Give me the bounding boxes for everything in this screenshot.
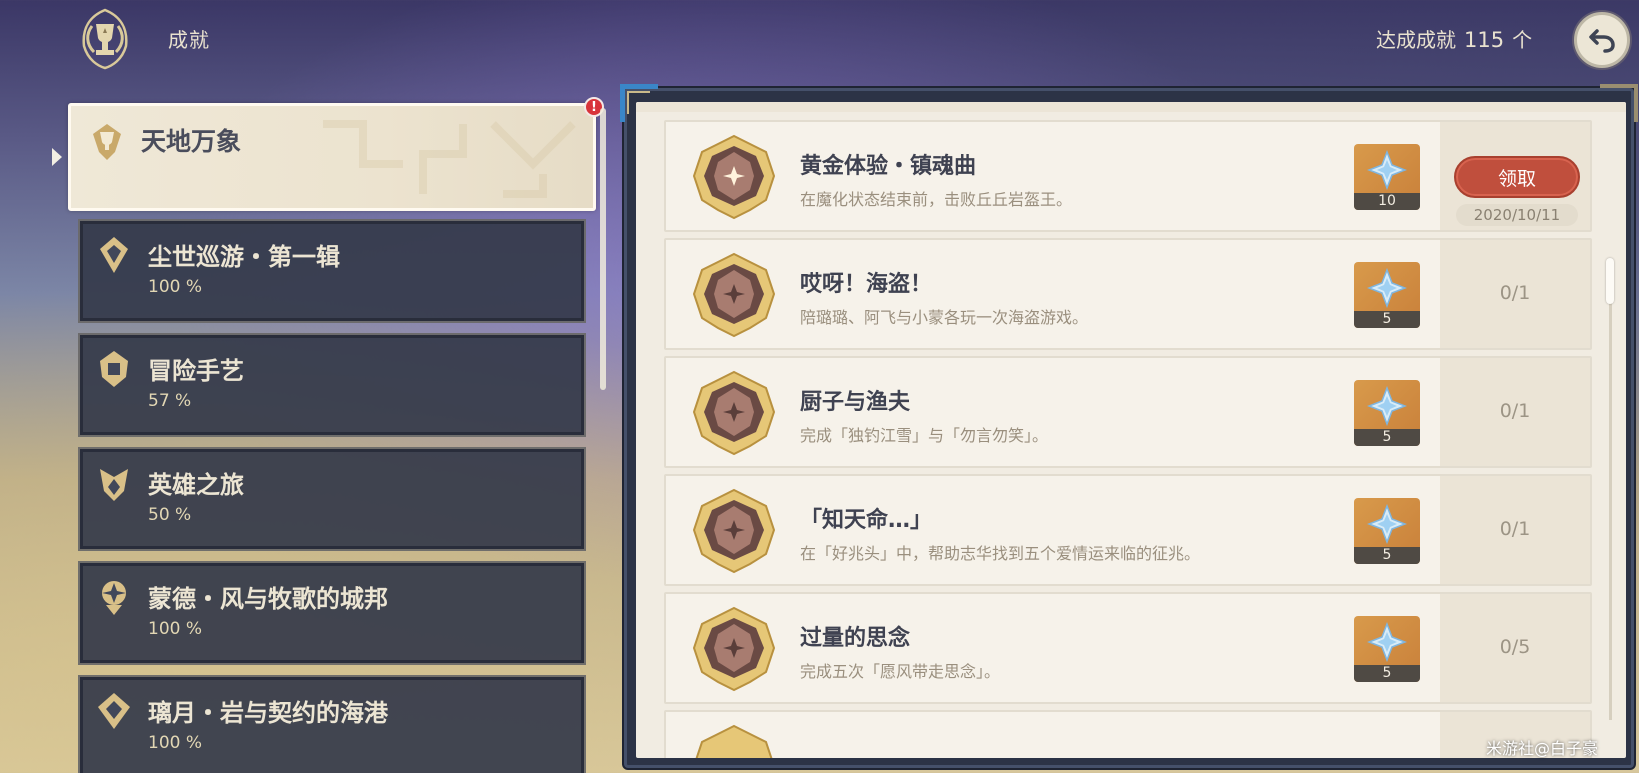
achievement-scrollbar[interactable] (1606, 258, 1614, 304)
achievement-medal-icon (692, 488, 776, 574)
achievement-desc: 在「好兆头」中，帮助志华找到五个爱情运来临的征兆。 (800, 544, 1201, 563)
achievement-row: 厨子与渔夫 完成「独钓江雪」与「勿言勿笑」。 5 0/1 (664, 356, 1592, 468)
achievement-medal-icon (692, 606, 776, 692)
achievement-list: 黄金体验・镇魂曲 在魔化状态结束前，击败丘丘岩盔王。 10 领取 2020/10… (636, 102, 1626, 758)
completion-date: 2020/10/11 (1456, 204, 1578, 226)
achievement-row: 哎呀！海盗！ 陪璐璐、阿飞与小蒙各玩一次海盗游戏。 5 0/1 (664, 238, 1592, 350)
achievement-progress: 0/1 (1499, 400, 1531, 422)
count-label: 达成成就 (1376, 28, 1456, 52)
back-button[interactable] (1574, 12, 1630, 68)
achievement-title: 过量的思念 (800, 626, 911, 651)
achievement-progress: 0/5 (1499, 636, 1531, 658)
achievement-row: 过量的思念 完成五次「愿风带走思念」。 5 0/5 (664, 592, 1592, 704)
primogem-icon (1367, 268, 1407, 308)
achievement-medal-icon (695, 724, 773, 758)
category-percent: 100 % (148, 733, 203, 753)
category-percent: 57 % (148, 391, 192, 411)
reward-quantity: 5 (1354, 547, 1420, 564)
category-list-scrollbar[interactable] (600, 108, 606, 390)
claim-button[interactable]: 领取 (1454, 156, 1580, 198)
reward-item[interactable]: 10 (1354, 144, 1420, 210)
achievement-medal-icon (692, 134, 776, 220)
category-name: 蒙德・风与牧歌的城邦 (148, 585, 388, 613)
category-item-mengde[interactable]: 蒙德・风与牧歌的城邦 100 % (78, 561, 586, 665)
reward-quantity: 5 (1354, 429, 1420, 446)
category-item-yingxiong[interactable]: 英雄之旅 50 % (78, 447, 586, 551)
selection-pointer-icon (52, 148, 62, 166)
achievement-desc: 完成「独钓江雪」与「勿言勿笑」。 (800, 426, 1049, 445)
decorative-pattern (323, 120, 576, 198)
category-emblem-icon (100, 469, 128, 501)
count-unit: 个 (1512, 28, 1533, 52)
category-trophy-icon (93, 124, 121, 160)
category-percent: 100 % (148, 277, 203, 297)
panel-top-band (636, 102, 1626, 112)
primogem-icon (1367, 622, 1407, 662)
primogem-icon (1367, 386, 1407, 426)
category-item-chenshi[interactable]: 尘世巡游・第一辑 100 % (78, 219, 586, 323)
reward-item[interactable]: 5 (1354, 498, 1420, 564)
category-emblem-icon (98, 693, 130, 729)
count-value: 115 (1464, 28, 1505, 52)
category-name: 冒险手艺 (148, 357, 244, 385)
category-name: 天地万象 (141, 127, 242, 156)
achievement-scroll-track (1609, 300, 1612, 720)
back-arrow-icon (1589, 29, 1615, 53)
achievement-count: 达成成就 115 个 (1376, 24, 1532, 53)
achievement-progress: 0/1 (1499, 282, 1531, 304)
achievement-title: 「知天命…」 (800, 508, 933, 533)
category-emblem-icon (100, 351, 128, 387)
achievement-medal-icon (692, 252, 776, 338)
category-item-liyue[interactable]: 璃月・岩与契约的海港 100 % (78, 675, 586, 773)
primogem-icon (1367, 150, 1407, 190)
category-name: 英雄之旅 (148, 471, 244, 499)
achievement-row-partial (664, 710, 1592, 758)
category-percent: 50 % (148, 505, 192, 525)
reward-quantity: 5 (1354, 665, 1420, 682)
page-title: 成就 (168, 28, 210, 52)
reward-quantity: 10 (1354, 193, 1420, 210)
category-tiandiwanxiang[interactable]: 天地万象 (68, 103, 596, 211)
trophy-emblem-icon (82, 8, 128, 70)
primogem-icon (1367, 504, 1407, 544)
category-emblem-icon (102, 581, 126, 615)
achievement-title: 哎呀！海盗！ (800, 272, 933, 297)
watermark: 米游社@白子豪 (1486, 739, 1599, 758)
reward-item[interactable]: 5 (1354, 262, 1420, 328)
achievement-row: 黄金体验・镇魂曲 在魔化状态结束前，击败丘丘岩盔王。 10 领取 2020/10… (664, 120, 1592, 232)
category-emblem-icon (100, 237, 128, 273)
reward-item[interactable]: 5 (1354, 616, 1420, 682)
achievement-title: 厨子与渔夫 (800, 390, 911, 415)
achievement-desc: 完成五次「愿风带走思念」。 (800, 662, 1001, 681)
achievement-title: 黄金体验・镇魂曲 (800, 154, 977, 179)
reward-item[interactable]: 5 (1354, 380, 1420, 446)
achievement-progress: 0/1 (1499, 518, 1531, 540)
achievement-medal-icon (692, 370, 776, 456)
category-name: 璃月・岩与契约的海港 (148, 699, 388, 727)
achievement-desc: 在魔化状态结束前，击败丘丘岩盔王。 (800, 190, 1073, 209)
category-percent: 100 % (148, 619, 203, 639)
reward-quantity: 5 (1354, 311, 1420, 328)
category-name: 尘世巡游・第一辑 (148, 243, 340, 271)
achievement-row: 「知天命…」 在「好兆头」中，帮助志华找到五个爱情运来临的征兆。 5 0/1 (664, 474, 1592, 586)
achievement-desc: 陪璐璐、阿飞与小蒙各玩一次海盗游戏。 (800, 308, 1089, 327)
category-item-maoxian[interactable]: 冒险手艺 57 % (78, 333, 586, 437)
